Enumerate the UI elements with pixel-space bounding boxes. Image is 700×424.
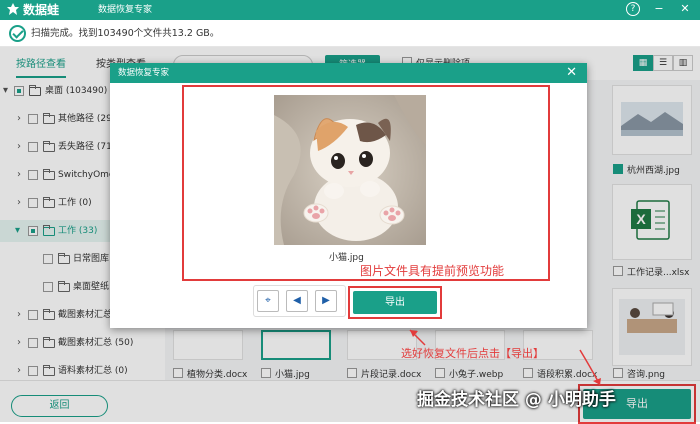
dialog-export-highlight bbox=[348, 286, 442, 319]
export-instruction: 选好恢复文件后点击【导出】 bbox=[401, 347, 544, 360]
previous-icon[interactable]: ◀ bbox=[286, 290, 308, 312]
preview-note: 图片文件具有提前预览功能 bbox=[360, 264, 505, 278]
preview-dialog: 数据恢复专家 ✕ 小猫.jpg 图片文件具有提前预览功能 ⌖ ◀ ▶ 导出 bbox=[110, 63, 587, 328]
dialog-title: 数据恢复专家 bbox=[118, 68, 170, 78]
close-icon[interactable]: ✕ bbox=[566, 65, 577, 80]
scan-status-text: 扫描完成。找到103490个文件共13.2 GB。 bbox=[31, 28, 220, 39]
kitten-image bbox=[274, 95, 426, 245]
preview-highlight: 小猫.jpg 图片文件具有提前预览功能 bbox=[182, 85, 550, 281]
watermark: 掘金技术社区 @ 小明助手 bbox=[417, 390, 616, 410]
close-icon[interactable]: ✕ bbox=[678, 2, 692, 16]
app-logo: 数据蛙 bbox=[6, 2, 59, 18]
app-name: 数据蛙 bbox=[23, 3, 60, 17]
fit-screen-icon[interactable]: ⌖ bbox=[257, 290, 279, 312]
title-bar: 数据蛙 数据恢复专家 ? − ✕ bbox=[0, 0, 700, 20]
next-icon[interactable]: ▶ bbox=[315, 290, 337, 312]
kitten-preview-image bbox=[274, 95, 426, 245]
scan-status-bar: 扫描完成。找到103490个文件共13.2 GB。 bbox=[0, 20, 700, 47]
app-subtitle: 数据恢复专家 bbox=[98, 5, 153, 15]
logo-icon bbox=[7, 3, 19, 15]
check-circle-icon bbox=[9, 25, 26, 42]
help-icon[interactable]: ? bbox=[626, 2, 640, 16]
preview-file-name: 小猫.jpg bbox=[329, 253, 364, 263]
dialog-header: 数据恢复专家 ✕ bbox=[110, 63, 587, 83]
minimize-icon[interactable]: − bbox=[652, 2, 666, 16]
